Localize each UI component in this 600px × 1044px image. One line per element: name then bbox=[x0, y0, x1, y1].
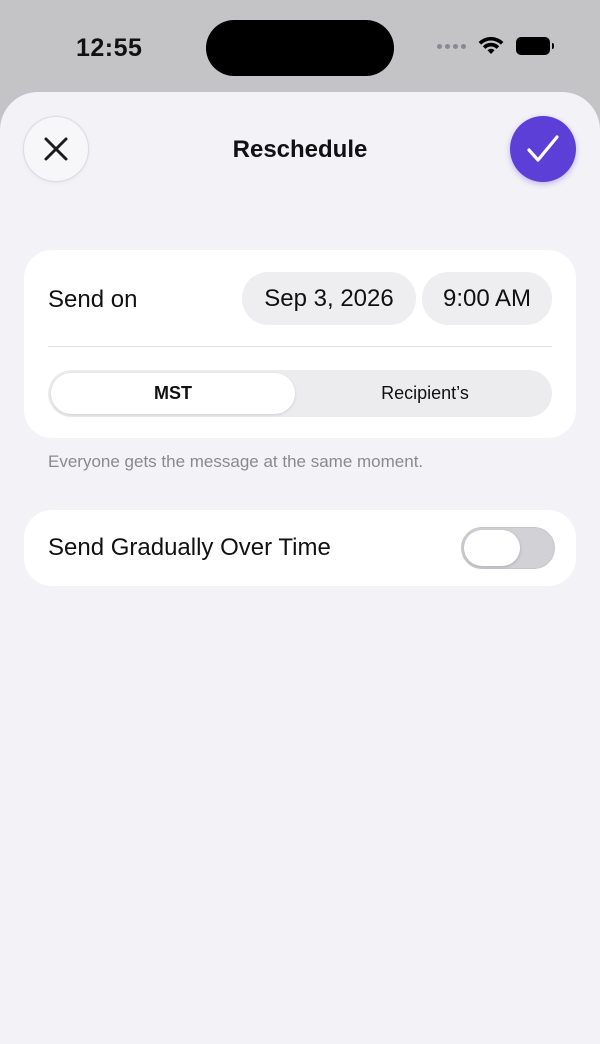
gradual-send-card: Send Gradually Over Time bbox=[24, 510, 576, 586]
sheet-title: Reschedule bbox=[232, 136, 368, 163]
gradual-send-toggle[interactable] bbox=[461, 527, 555, 569]
status-icons bbox=[437, 36, 554, 56]
segment-recipients[interactable]: Recipient’s bbox=[300, 373, 550, 414]
sheet-header: Reschedule bbox=[0, 92, 600, 208]
helper-text: Everyone gets the message at the same mo… bbox=[48, 452, 424, 471]
segment-mst[interactable]: MST bbox=[51, 373, 295, 414]
send-on-label: Send on bbox=[48, 286, 138, 313]
phone-screen: 12:55 Reschedule Send on Sep 3, 2026 9:0… bbox=[0, 0, 600, 1044]
confirm-button[interactable] bbox=[510, 116, 576, 182]
divider bbox=[48, 346, 552, 347]
status-time: 12:55 bbox=[76, 34, 143, 62]
schedule-card: Send on Sep 3, 2026 9:00 AM MST Recipien… bbox=[24, 250, 576, 438]
dynamic-island bbox=[206, 20, 394, 76]
status-bar: 12:55 bbox=[0, 0, 600, 92]
battery-icon bbox=[516, 37, 554, 55]
date-picker-button[interactable]: Sep 3, 2026 bbox=[242, 272, 416, 325]
gradual-send-label: Send Gradually Over Time bbox=[48, 534, 331, 561]
time-picker-button[interactable]: 9:00 AM bbox=[422, 272, 552, 325]
checkmark-icon bbox=[527, 135, 559, 162]
wifi-icon bbox=[478, 36, 504, 54]
close-icon bbox=[44, 137, 68, 161]
timezone-segmented-control: MST Recipient’s bbox=[48, 370, 552, 417]
toggle-knob bbox=[464, 530, 520, 566]
close-button[interactable] bbox=[23, 116, 89, 182]
reschedule-sheet: Reschedule Send on Sep 3, 2026 9:00 AM M… bbox=[0, 92, 600, 1044]
cellular-dots-icon bbox=[437, 43, 466, 49]
